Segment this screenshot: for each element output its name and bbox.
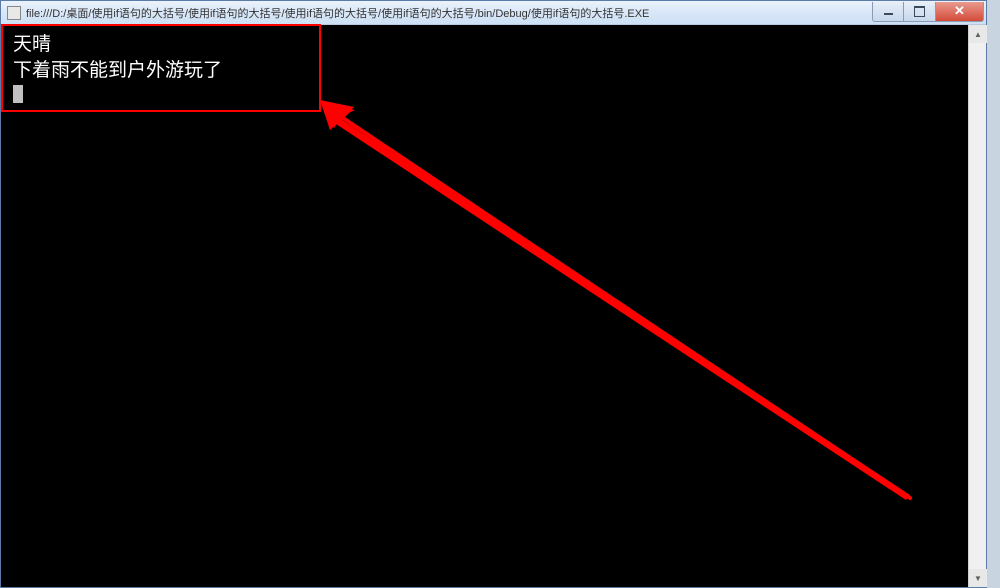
console-window: file:///D:/桌面/使用if语句的大括号/使用if语句的大括号/使用if… (0, 0, 987, 588)
desktop-edge (987, 0, 1000, 588)
vertical-scrollbar[interactable]: ▲ ▼ (968, 25, 986, 587)
console-output: 天晴 下着雨不能到户外游玩了 ▲ ▼ (1, 25, 986, 587)
scroll-up-button[interactable]: ▲ (969, 25, 987, 43)
cursor-icon (13, 85, 23, 103)
app-icon (7, 6, 21, 20)
minimize-button[interactable] (872, 2, 904, 22)
output-line-2: 下着雨不能到户外游玩了 (13, 59, 222, 81)
scroll-down-button[interactable]: ▼ (969, 569, 987, 587)
close-button[interactable]: ✕ (936, 2, 984, 22)
maximize-button[interactable] (904, 2, 936, 22)
window-title: file:///D:/桌面/使用if语句的大括号/使用if语句的大括号/使用if… (26, 5, 872, 21)
close-icon: ✕ (954, 3, 965, 19)
console-text: 天晴 下着雨不能到户外游玩了 (13, 31, 222, 83)
titlebar[interactable]: file:///D:/桌面/使用if语句的大括号/使用if语句的大括号/使用if… (1, 1, 986, 25)
chevron-down-icon: ▼ (974, 574, 982, 583)
chevron-up-icon: ▲ (974, 30, 982, 39)
window-controls: ✕ (872, 2, 984, 22)
output-line-1: 天晴 (13, 33, 51, 55)
